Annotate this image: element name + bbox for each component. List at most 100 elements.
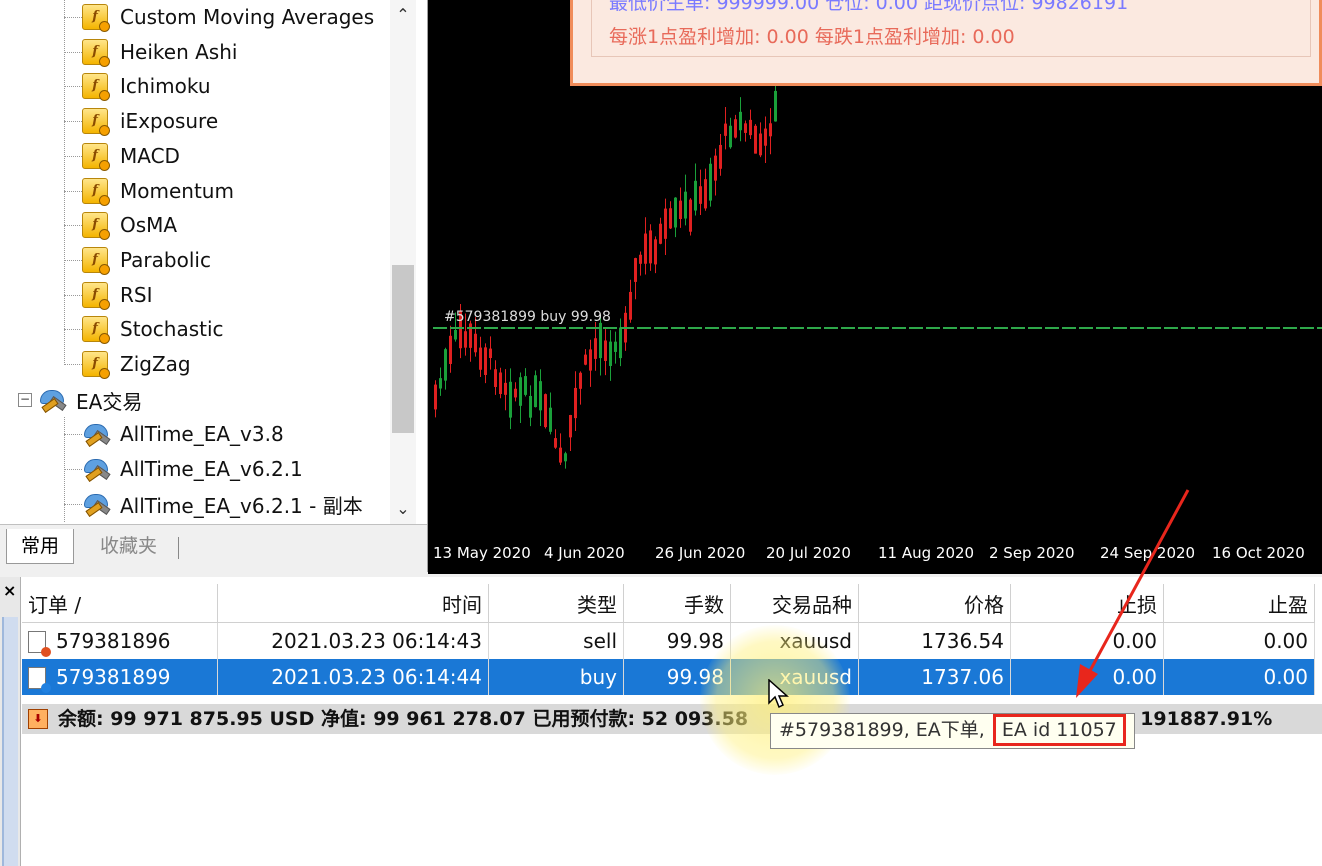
x-axis-label: 26 Jun 2020	[655, 544, 746, 562]
tree-group-ea[interactable]: − EA交易	[18, 383, 142, 417]
candle-body	[454, 329, 457, 340]
candle-body	[729, 125, 732, 148]
collapse-icon[interactable]: −	[18, 393, 32, 407]
candle-body	[569, 415, 572, 438]
candle-body	[769, 123, 772, 137]
mouse-cursor-icon	[768, 679, 789, 709]
candle-body	[704, 179, 707, 209]
candle-body	[539, 381, 542, 411]
col-time[interactable]: 时间	[217, 584, 489, 623]
indicator-item[interactable]: f Ichimoku	[82, 69, 211, 103]
indicator-icon: f	[82, 142, 110, 171]
order-lots: 99.98	[623, 659, 731, 695]
candle-body	[484, 347, 487, 375]
scroll-up-icon[interactable]: ⌃	[390, 2, 416, 28]
price-chart[interactable]: 13 May 2020 4 Jun 2020 26 Jun 2020 20 Jul 2…	[428, 0, 1322, 574]
indicator-label: ZigZag	[120, 352, 191, 376]
col-order[interactable]: 订单 /	[22, 584, 218, 623]
col-price[interactable]: 价格	[858, 584, 1011, 623]
candle-body	[719, 144, 722, 169]
indicator-item[interactable]: f Stochastic	[82, 312, 224, 346]
ea-icon	[82, 492, 111, 517]
indicator-label: OsMA	[120, 213, 178, 238]
candle-body	[584, 354, 587, 365]
candle-body	[494, 369, 497, 387]
navigator-scrollbar[interactable]: ⌃ ⌄	[390, 0, 416, 524]
ea-item[interactable]: AllTime_EA_v6.2.1 - 副本	[82, 487, 363, 521]
indicator-icon: f	[82, 38, 110, 67]
indicator-item[interactable]: f ZigZag	[82, 347, 191, 381]
balance-text: 余额: 99 971 875.95 USD 净值: 99 961 278.07 …	[58, 708, 749, 730]
indicator-item[interactable]: f Custom Moving Averages	[82, 0, 374, 34]
indicator-item[interactable]: f MACD	[82, 139, 180, 173]
indicator-icon: f	[82, 177, 110, 206]
candle-body	[609, 341, 612, 366]
table-row-selected[interactable]: 579381899 2021.03.23 06:14:44 buy 99.98 …	[22, 659, 1315, 695]
tree-connector	[64, 86, 82, 88]
table-row[interactable]: 579381896 2021.03.23 06:14:43 sell 99.98…	[22, 622, 1315, 659]
indicator-item[interactable]: f OsMA	[82, 208, 177, 242]
indicator-label: Heiken Ashi	[120, 39, 238, 64]
candle-body	[509, 381, 512, 418]
candle-body	[604, 340, 607, 361]
candle-body	[479, 347, 482, 370]
candle-body	[589, 349, 592, 371]
tree-connector	[64, 329, 82, 331]
tab-divider	[178, 537, 179, 559]
order-tp: 0.00	[1163, 622, 1315, 659]
tab-common[interactable]: 常用	[6, 529, 75, 564]
ea-item[interactable]: AllTime_EA_v3.8	[82, 417, 284, 451]
info-popup: 最低价生单: 999999.00 仓位: 0.00 距现价点位: 9982619…	[570, 0, 1322, 86]
candle-body	[634, 258, 637, 282]
order-sl: 0.00	[1010, 659, 1164, 695]
order-type: sell	[488, 622, 624, 659]
order-lots: 99.98	[623, 622, 731, 659]
indicator-item[interactable]: f iExposure	[82, 104, 218, 138]
indicator-icon: f	[82, 281, 110, 310]
indicator-label: Parabolic	[120, 247, 211, 272]
candle-body	[759, 133, 762, 156]
candle-body	[524, 376, 527, 395]
order-type: buy	[488, 659, 624, 695]
scroll-down-icon[interactable]: ⌄	[390, 496, 416, 522]
order-tp: 0.00	[1163, 659, 1315, 695]
candle-body	[554, 438, 557, 448]
tree-connector	[64, 155, 82, 157]
col-take-profit[interactable]: 止盈	[1163, 584, 1315, 623]
col-stop-loss[interactable]: 止损	[1010, 584, 1164, 623]
terminal-sidebar: ×	[0, 577, 21, 866]
candle-body	[489, 348, 492, 359]
indicator-item[interactable]: f RSI	[82, 278, 153, 312]
candle-body	[594, 338, 597, 359]
ea-group-icon	[38, 388, 67, 413]
tree-connector	[64, 469, 82, 470]
tree-connector	[64, 259, 82, 261]
indicator-label: Momentum	[120, 178, 234, 203]
col-symbol[interactable]: 交易品种	[730, 584, 859, 623]
candle-body	[499, 372, 502, 395]
indicator-icon: f	[82, 316, 110, 345]
candle-body	[679, 200, 682, 220]
indicator-item[interactable]: f Heiken Ashi	[82, 35, 237, 69]
navigator-panel: f Custom Moving Averages f Heiken Ashi f Ichi…	[0, 0, 428, 573]
indicator-icon: f	[82, 351, 110, 379]
x-axis-label: 2 Sep 2020	[989, 544, 1075, 562]
order-time: 2021.03.23 06:14:44	[217, 659, 489, 695]
col-type[interactable]: 类型	[488, 584, 624, 623]
candle-body	[689, 199, 692, 232]
order-id: 579381899	[56, 664, 171, 689]
tab-favorites[interactable]: 收藏夹	[86, 529, 171, 563]
close-icon[interactable]: ×	[3, 581, 16, 600]
candle-body	[619, 327, 622, 359]
col-lots[interactable]: 手数	[623, 584, 731, 623]
balance-icon: ⬇	[28, 709, 48, 729]
scroll-thumb[interactable]	[392, 265, 414, 433]
candle-body	[739, 111, 742, 131]
order-price: 1737.06	[858, 659, 1011, 695]
ea-item[interactable]: AllTime_EA_v6.2.1	[82, 452, 303, 486]
indicator-icon: f	[82, 212, 110, 241]
indicator-item[interactable]: f Momentum	[82, 174, 234, 208]
indicator-item[interactable]: f Parabolic	[82, 243, 211, 277]
tree-connector	[64, 294, 82, 296]
candle-body	[474, 333, 477, 353]
